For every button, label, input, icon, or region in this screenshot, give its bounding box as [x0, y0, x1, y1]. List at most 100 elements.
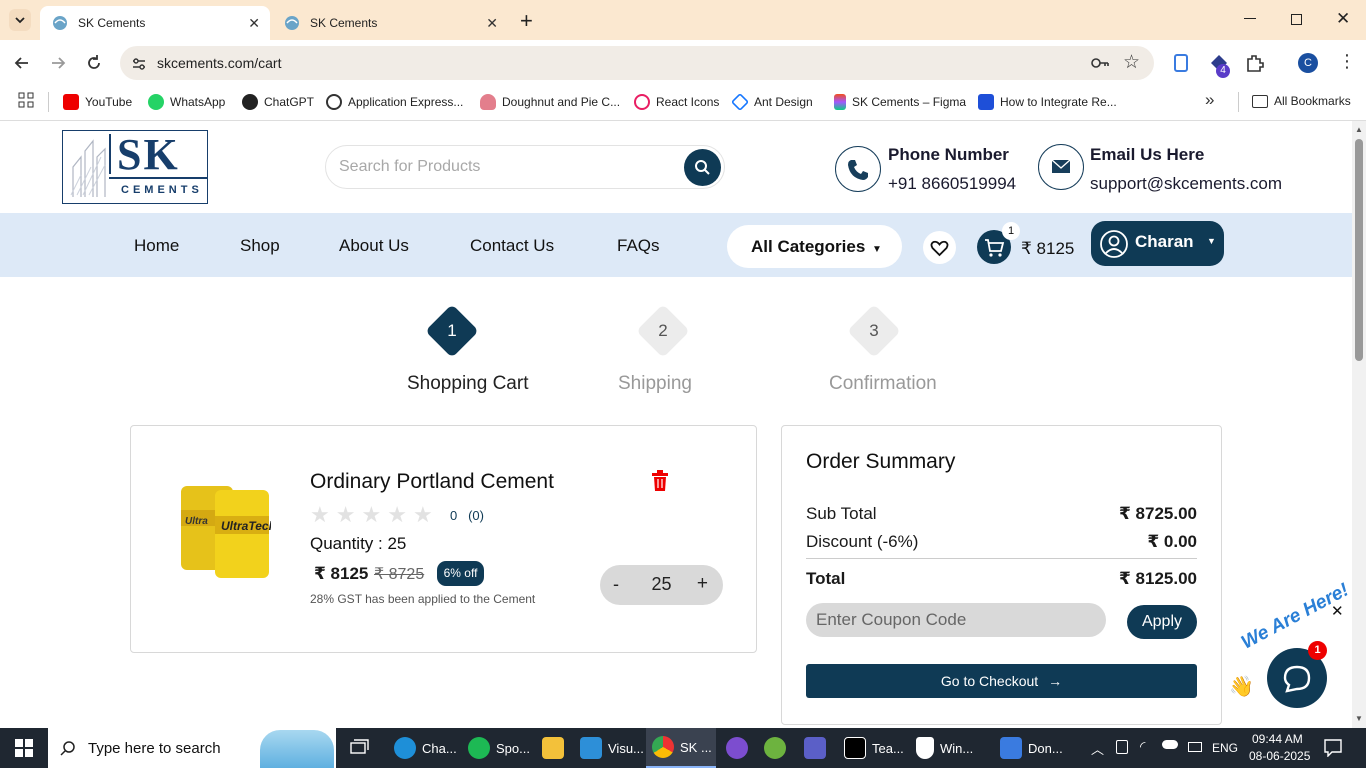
spotify-icon [468, 737, 490, 759]
taskbar-app-spotify[interactable]: Spo... [462, 728, 534, 768]
wishlist-button[interactable] [923, 231, 956, 264]
sk-cements-logo[interactable]: SK CEMENTS [62, 130, 208, 204]
bookmark-youtube[interactable]: YouTube [63, 94, 132, 110]
bookmark-react-icons[interactable]: React Icons [634, 94, 719, 110]
bookmark-ant-design[interactable]: Ant Design [730, 92, 813, 112]
battery-icon[interactable] [1188, 742, 1202, 752]
step-2-number: 2 [658, 321, 668, 340]
email-value[interactable]: support@skcements.com [1090, 174, 1282, 194]
phone-value[interactable]: +91 8660519994 [888, 174, 1016, 194]
clock-time[interactable]: 09:44 AM [1252, 732, 1303, 746]
bookmark-whatsapp[interactable]: WhatsApp [148, 94, 225, 110]
reading-list-icon[interactable] [1174, 54, 1188, 72]
nav-contact-us[interactable]: Contact Us [470, 236, 554, 256]
tray-overflow-icon[interactable]: ︿ [1091, 739, 1104, 758]
taskbar-app-chrome[interactable]: SK ... [646, 728, 716, 768]
new-tab-button[interactable]: + [520, 8, 533, 34]
user-menu-button[interactable]: Charan ▼ [1091, 221, 1224, 266]
taskbar-app-windows-security[interactable]: Win... [910, 728, 986, 768]
page-scrollbar[interactable]: ▲ ▼ [1352, 121, 1366, 728]
taskbar-search[interactable]: Type here to search [48, 728, 336, 768]
more-bookmarks-icon[interactable]: » [1205, 90, 1214, 110]
bookmark-figma[interactable]: SK Cements – Figma [834, 94, 966, 110]
clock-date[interactable]: 08-06-2025 [1249, 749, 1310, 763]
taskbar-app-edge[interactable]: Cha... [388, 728, 460, 768]
nav-faqs[interactable]: FAQs [617, 236, 660, 256]
profile-avatar[interactable]: C [1298, 53, 1318, 73]
forward-arrow-icon[interactable] [48, 53, 68, 73]
discount-label: Discount (-6%) [806, 532, 919, 551]
tl-app-icon [844, 737, 866, 759]
step-1-label: Shopping Cart [407, 373, 529, 394]
windows-start-icon[interactable] [15, 739, 33, 757]
vscode-icon [580, 737, 602, 759]
back-arrow-icon[interactable] [12, 53, 32, 73]
puzzle-icon[interactable] [1245, 53, 1265, 73]
all-bookmarks[interactable]: All Bookmarks [1252, 94, 1351, 108]
rating-text: 0 (0) [450, 508, 484, 523]
decrease-quantity-button[interactable]: - [613, 574, 619, 595]
coupon-input[interactable] [816, 610, 1096, 630]
close-tab-icon[interactable]: ✕ [248, 15, 260, 32]
close-window-icon[interactable]: ✕ [1336, 9, 1350, 29]
taskbar-app-teams[interactable] [800, 728, 836, 768]
scrollbar-thumb[interactable] [1355, 139, 1363, 361]
taskbar-app-file-explorer[interactable] [536, 728, 572, 768]
bookmark-how-to-integrate[interactable]: How to Integrate Re... [978, 94, 1117, 110]
minimize-icon[interactable] [1244, 18, 1256, 19]
taskbar-app-spring[interactable] [760, 728, 792, 768]
bookmark-site-icon [978, 94, 994, 110]
apps-grid-icon[interactable] [18, 92, 34, 108]
tray-device-icon[interactable] [1116, 740, 1128, 754]
address-bar[interactable]: skcements.com/cart ☆ [120, 46, 1154, 80]
main-navbar: Home Shop About Us Contact Us FAQs All C… [0, 213, 1352, 277]
taskbar-app-downloads[interactable]: Don... [994, 728, 1074, 768]
shield-icon [916, 737, 934, 759]
youtube-icon [63, 94, 79, 110]
trash-icon[interactable] [651, 470, 669, 492]
checkout-label: Go to Checkout [940, 673, 1039, 689]
price-current: ₹ 8125 [314, 564, 369, 583]
search-input[interactable] [339, 158, 669, 176]
nav-shop[interactable]: Shop [240, 236, 280, 256]
notification-center-icon[interactable] [1324, 739, 1342, 757]
tab-sk-cements-active[interactable]: SK Cements ✕ [40, 6, 270, 40]
go-to-checkout-button[interactable]: Go to Checkout → [806, 664, 1197, 698]
key-icon[interactable] [1090, 55, 1110, 71]
download-app-icon [1000, 737, 1022, 759]
tab-sk-cements[interactable]: SK Cements ✕ [272, 6, 508, 40]
site-favicon-icon [53, 16, 67, 30]
scroll-up-icon[interactable]: ▲ [1355, 125, 1363, 134]
tab-search-button[interactable] [9, 9, 31, 31]
site-info-icon[interactable] [131, 56, 147, 72]
increase-quantity-button[interactable]: + [697, 573, 708, 595]
apply-coupon-button[interactable]: Apply [1127, 605, 1197, 639]
bookmark-star-icon[interactable]: ☆ [1123, 46, 1140, 80]
bookmark-application-express[interactable]: Application Express... [326, 94, 463, 110]
gst-note: 28% GST has been applied to the Cement [310, 592, 536, 606]
browser-tabstrip: SK Cements ✕ SK Cements ✕ + ✕ [0, 0, 1366, 40]
taskbar-app-github[interactable] [722, 728, 754, 768]
bookmark-chatgpt[interactable]: ChatGPT [242, 94, 314, 110]
close-tab-icon[interactable]: ✕ [486, 15, 498, 32]
product-name[interactable]: Ordinary Portland Cement [310, 470, 554, 494]
all-categories-dropdown[interactable]: All Categories ▼ [727, 225, 902, 268]
wifi-icon[interactable]: ◜ [1140, 738, 1145, 755]
task-view-icon[interactable] [350, 738, 370, 758]
nav-about-us[interactable]: About Us [339, 236, 409, 256]
reload-icon[interactable] [84, 53, 104, 73]
language-indicator[interactable]: ENG [1212, 741, 1238, 755]
envelope-icon [1051, 159, 1071, 173]
bookmark-doughnut-pie[interactable]: Doughnut and Pie C... [480, 94, 620, 110]
search-button[interactable] [684, 149, 721, 186]
phone-title: Phone Number [888, 145, 1009, 164]
menu-dots-icon[interactable]: ⋮ [1338, 51, 1356, 72]
user-avatar-icon [1100, 230, 1128, 258]
taskbar-app-teamlead[interactable]: Tea... [838, 728, 908, 768]
nav-home[interactable]: Home [134, 236, 179, 256]
extension-icon[interactable]: 4 [1210, 54, 1230, 78]
taskbar-app-vscode[interactable]: Visu... [574, 728, 644, 768]
weather-cloud-icon[interactable] [1162, 740, 1178, 749]
scroll-down-icon[interactable]: ▼ [1355, 714, 1363, 723]
restore-icon[interactable] [1291, 14, 1302, 25]
